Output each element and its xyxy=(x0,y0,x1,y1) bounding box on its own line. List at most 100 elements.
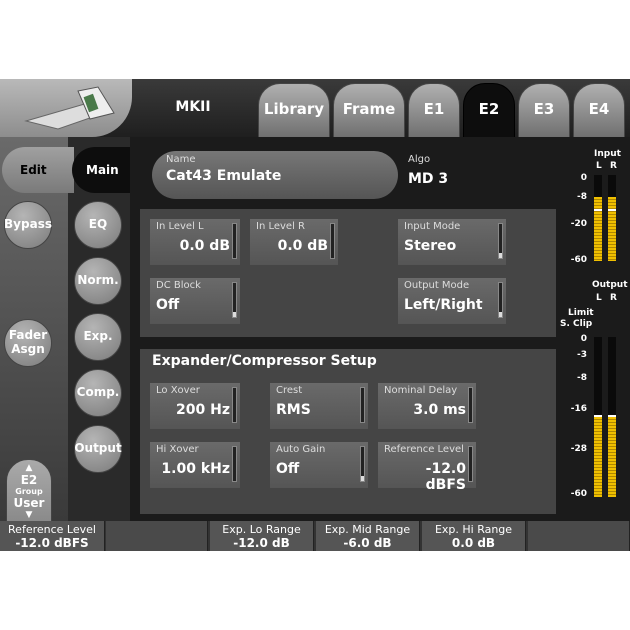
input-meter-r xyxy=(608,175,616,261)
preset-name: Cat43 Emulate xyxy=(166,168,282,184)
nav-comp-button[interactable]: Comp. xyxy=(74,369,122,417)
slider-bar xyxy=(468,387,473,423)
nominal-delay-value: 3.0 ms xyxy=(413,402,466,418)
auto-gain-field[interactable]: Auto Gain Off xyxy=(270,442,368,488)
peak-marker xyxy=(608,415,616,417)
nav-exp-button[interactable]: Exp. xyxy=(74,313,122,361)
input-meter-l xyxy=(594,175,602,261)
algo-value: MD 3 xyxy=(408,171,449,187)
in-level-r-label: In Level R xyxy=(256,221,305,232)
nav-eq-button[interactable]: EQ xyxy=(74,201,122,249)
limit-label: Limit xyxy=(568,308,594,318)
bottom-exp-lo-range[interactable]: Exp. Lo Range -12.0 dB xyxy=(210,521,314,551)
peak-marker xyxy=(594,209,602,211)
auto-gain-value: Off xyxy=(276,461,300,477)
bottom-value: -12.0 dBFS xyxy=(15,536,89,550)
group-number: E2 xyxy=(20,473,38,487)
slider-bar xyxy=(360,387,365,423)
group-value: User xyxy=(13,496,45,510)
crest-label: Crest xyxy=(276,385,303,396)
scale-label: 0 xyxy=(580,334,587,344)
algo-label: Algo xyxy=(408,154,431,165)
section-title: Expander/Compressor Setup xyxy=(152,353,377,369)
bottom-value: 0.0 dB xyxy=(451,536,496,550)
output-meter-title: Output xyxy=(592,280,628,290)
bottom-empty-cell[interactable] xyxy=(528,521,630,551)
edit-button[interactable]: Edit xyxy=(2,147,74,193)
nav-norm-button[interactable]: Norm. xyxy=(74,257,122,305)
input-r-label: R xyxy=(610,161,617,171)
bottom-bar: Reference Level -12.0 dBFS Exp. Lo Range -… xyxy=(0,521,630,551)
tab-e1[interactable]: E1 xyxy=(408,83,460,137)
bottom-exp-mid-range[interactable]: Exp. Mid Range -6.0 dB xyxy=(316,521,420,551)
device-logo[interactable] xyxy=(0,79,132,137)
nominal-delay-field[interactable]: Nominal Delay 3.0 ms xyxy=(378,383,476,429)
nav-main-button[interactable]: Main xyxy=(72,147,132,193)
bypass-button[interactable]: Bypass xyxy=(4,201,52,249)
lo-xover-field[interactable]: Lo Xover 200 Hz xyxy=(150,383,240,429)
hi-xover-field[interactable]: Hi Xover 1.00 kHz xyxy=(150,442,240,488)
main-panel: Name Cat43 Emulate Algo MD 3 In Level L … xyxy=(130,137,556,521)
bottom-label xyxy=(106,521,207,523)
level-meters: Input L R 0 -8 -20 -60 Output L R Limit … xyxy=(556,137,630,521)
tab-e4[interactable]: E4 xyxy=(573,83,625,137)
scale-label: -8 xyxy=(577,192,587,202)
slider-bar xyxy=(232,223,237,259)
scale-label: -28 xyxy=(570,444,587,454)
sclip-label: S. Clip xyxy=(560,319,593,329)
reference-level-value: -12.0 dBFS xyxy=(425,461,466,493)
crest-field[interactable]: Crest RMS xyxy=(270,383,368,429)
slider-bar xyxy=(232,282,237,318)
slider-bar xyxy=(498,223,503,259)
slider-bar xyxy=(468,446,473,482)
dc-block-label: DC Block xyxy=(156,280,201,291)
slider-bar xyxy=(360,446,365,482)
hi-xover-value: 1.00 kHz xyxy=(161,461,230,477)
fader-assign-button[interactable]: Fader Asgn xyxy=(4,319,52,367)
bottom-reference-level[interactable]: Reference Level -12.0 dBFS xyxy=(0,521,105,551)
tab-e2[interactable]: E2 xyxy=(463,83,515,137)
preset-name-field[interactable]: Name Cat43 Emulate xyxy=(152,151,398,199)
reference-level-field[interactable]: Reference Level -12.0 dBFS xyxy=(378,442,476,493)
input-mode-field[interactable]: Input Mode Stereo xyxy=(398,219,506,265)
nominal-delay-label: Nominal Delay xyxy=(384,385,458,396)
hi-xover-label: Hi Xover xyxy=(156,444,199,455)
chevron-up-icon[interactable]: ▲ xyxy=(7,463,51,473)
chevron-down-icon[interactable]: ▼ xyxy=(7,510,51,520)
name-label: Name xyxy=(166,154,196,165)
meter-fill xyxy=(608,197,616,261)
in-level-l-value: 0.0 dB xyxy=(179,238,230,254)
tab-e3[interactable]: E3 xyxy=(518,83,570,137)
output-mode-field[interactable]: Output Mode Left/Right xyxy=(398,278,506,324)
dc-block-field[interactable]: DC Block Off xyxy=(150,278,240,324)
meter-fill xyxy=(608,417,616,497)
model-label: MKII xyxy=(175,99,211,115)
auto-gain-label: Auto Gain xyxy=(276,444,326,455)
scale-label: 0 xyxy=(580,173,587,183)
bottom-empty-cell[interactable] xyxy=(106,521,208,551)
in-level-r-field[interactable]: In Level R 0.0 dB xyxy=(250,219,338,265)
slider-bar xyxy=(330,223,335,259)
scale-label: -60 xyxy=(570,489,587,499)
peak-marker xyxy=(594,415,602,417)
tab-frame[interactable]: Frame xyxy=(333,83,405,137)
in-level-l-field[interactable]: In Level L 0.0 dB xyxy=(150,219,240,265)
crest-value: RMS xyxy=(276,402,311,418)
tab-library[interactable]: Library xyxy=(258,83,330,137)
input-mode-label: Input Mode xyxy=(404,221,461,232)
meter-fill xyxy=(594,197,602,261)
meter-fill xyxy=(594,417,602,497)
bottom-exp-hi-range[interactable]: Exp. Hi Range 0.0 dB xyxy=(422,521,526,551)
bottom-label xyxy=(528,521,629,523)
algo-display: Algo MD 3 xyxy=(408,154,448,187)
reference-level-label: Reference Level xyxy=(384,444,464,455)
input-mode-value: Stereo xyxy=(404,238,457,254)
nav-output-button[interactable]: Output xyxy=(74,425,122,473)
output-meter-l xyxy=(594,337,602,497)
scale-label: -3 xyxy=(577,350,587,360)
slider-bar xyxy=(498,282,503,318)
output-l-label: L xyxy=(596,293,602,303)
peak-marker xyxy=(608,209,616,211)
scale-label: -8 xyxy=(577,373,587,383)
group-label: Group xyxy=(15,487,43,496)
